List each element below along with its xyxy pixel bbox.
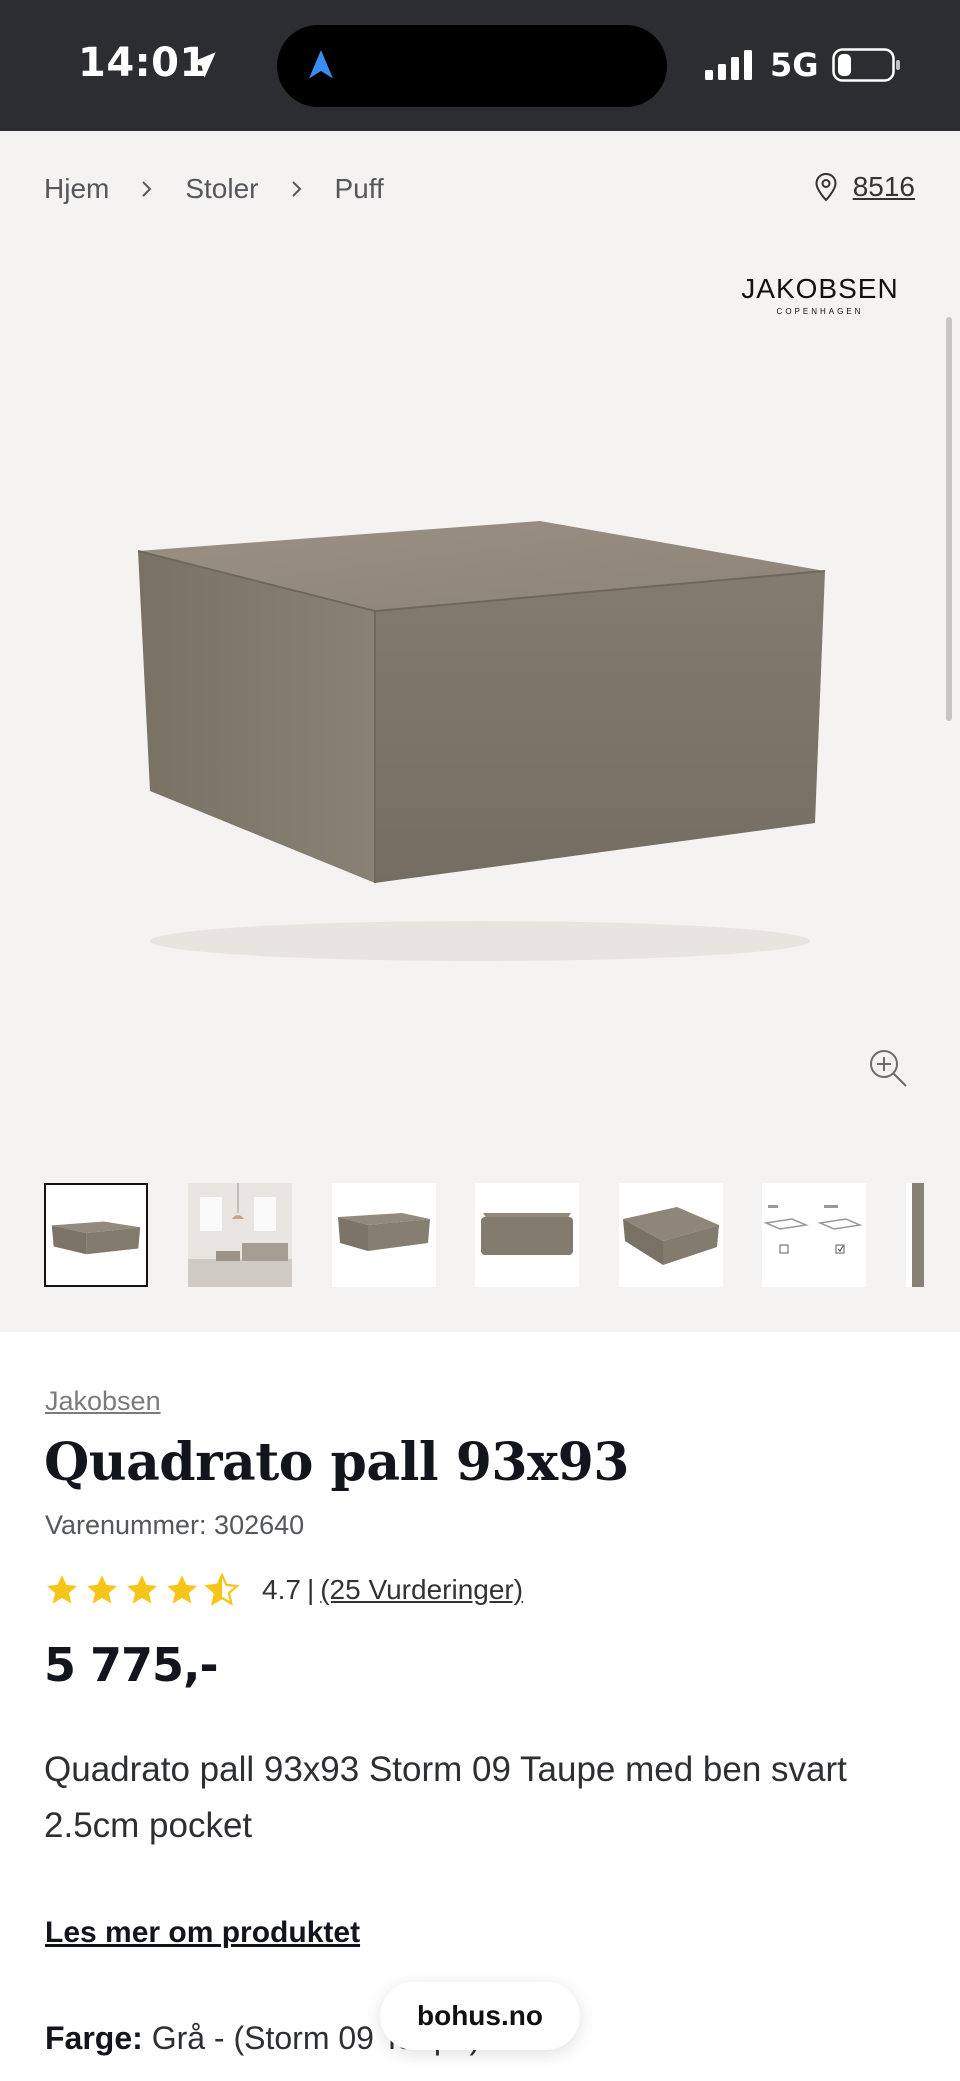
thumbnail-pouf-side[interactable] (332, 1183, 436, 1287)
product-gallery: Hjem Stoler Puff 8516 JAKOBSEN COPENHAGE… (0, 131, 960, 1332)
brand-logo: JAKOBSEN COPENHAGEN (740, 273, 900, 316)
thumbnail-room-scene[interactable] (188, 1183, 292, 1287)
pouf-top-thumbnail-image (623, 1207, 719, 1265)
product-sku: Varenummer: 302640 (45, 1510, 305, 1540)
color-label: Farge: (45, 2020, 143, 2056)
rating-row: 4.7 | (25 Vurderinger) (44, 1572, 523, 1608)
location-pin-icon (815, 172, 837, 202)
brand-link[interactable]: Jakobsen (45, 1386, 161, 1417)
brand-logo-sub: COPENHAGEN (776, 307, 864, 316)
breadcrumb-home[interactable]: Hjem (44, 173, 109, 205)
brand-logo-name: JAKOBSEN (741, 273, 899, 304)
pouf-thumbnail-image (51, 1221, 141, 1255)
thumbnail-pouf-low[interactable] (475, 1183, 579, 1287)
location-arrow-icon (190, 52, 216, 78)
chevron-right-icon (291, 181, 301, 197)
rating-separator: | (306, 1574, 315, 1605)
dynamic-island (277, 25, 667, 107)
status-bar: 14:01 5G (0, 0, 960, 131)
room-scene-thumbnail-image (188, 1183, 292, 1287)
product-description: Quadrato pall 93x93 Storm 09 Taupe med b… (44, 1750, 847, 1845)
fabric-swatch-thumbnail-image (912, 1183, 924, 1287)
network-type: 5G (770, 46, 819, 84)
store-id[interactable]: 8516 (853, 171, 915, 203)
rating-stars (44, 1572, 244, 1608)
thumbnail-feature-diagram[interactable] (762, 1183, 866, 1287)
thumbnail-pouf-top[interactable] (619, 1183, 723, 1287)
battery-icon (832, 48, 900, 82)
star-half-icon (204, 1572, 240, 1606)
breadcrumb-puff[interactable]: Puff (335, 173, 384, 205)
pouf-side-thumbnail-image (338, 1213, 430, 1251)
thumbnail-pouf-front[interactable] (44, 1183, 148, 1287)
thumbnail-strip (44, 1181, 924, 1291)
breadcrumb-stoler[interactable]: Stoler (185, 173, 258, 205)
breadcrumb: Hjem Stoler Puff (44, 173, 384, 205)
product-price: 5 775,- (44, 1638, 219, 1692)
page-scrollbar[interactable] (946, 317, 952, 721)
zoom-in-icon[interactable] (866, 1046, 910, 1090)
star-full-icon (167, 1575, 197, 1604)
star-full-icon (47, 1575, 77, 1604)
chevron-right-icon (142, 181, 152, 197)
read-more-link[interactable]: Les mer om produktet (45, 1916, 360, 1950)
browser-domain-pill[interactable]: bohus.no (380, 1982, 580, 2050)
rating-value: 4.7 (262, 1574, 301, 1605)
reviews-link[interactable]: (25 Vurderinger) (320, 1574, 523, 1606)
product-title: Quadrato pall 93x93 (44, 1432, 629, 1493)
thumbnail-fabric-swatch[interactable] (906, 1183, 924, 1287)
product-main-image[interactable] (120, 511, 840, 1011)
store-selector[interactable]: 8516 (813, 171, 915, 203)
star-full-icon (87, 1575, 117, 1604)
product-info: Jakobsen Quadrato pall 93x93 Varenummer:… (0, 1332, 960, 2081)
pouf-low-thumbnail-image (481, 1213, 573, 1255)
star-full-icon (127, 1575, 157, 1604)
navigation-arrow-icon (309, 50, 333, 79)
signal-icon (705, 50, 752, 80)
feature-diagram-thumbnail-image (763, 1205, 863, 1254)
